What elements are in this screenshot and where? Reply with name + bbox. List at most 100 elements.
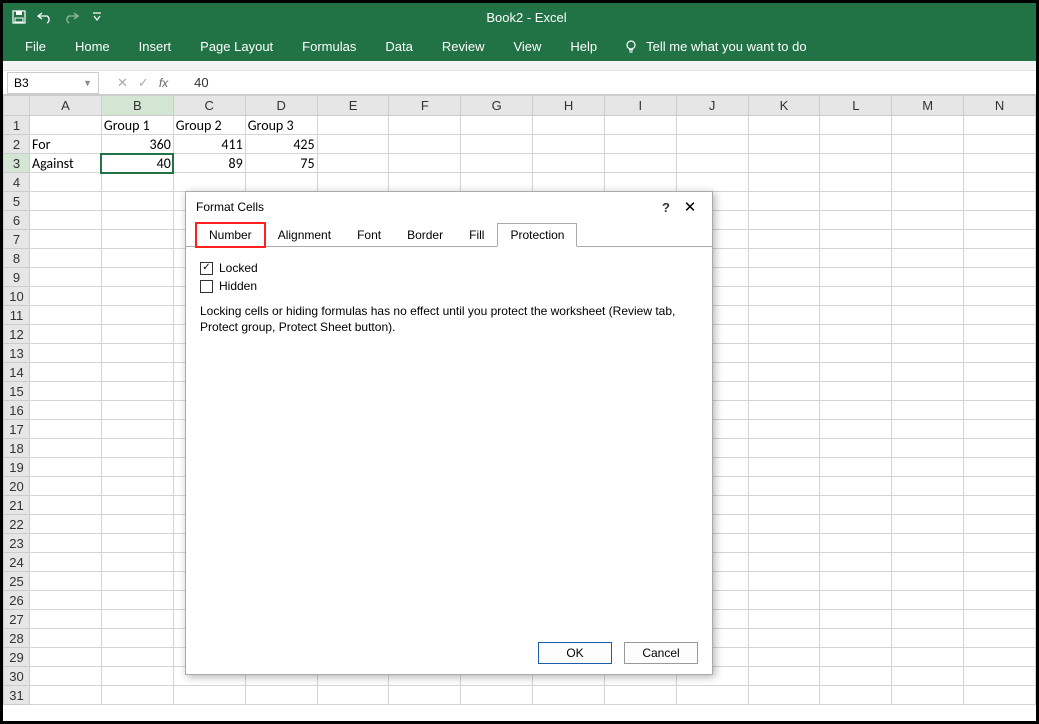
- cell-M8[interactable]: [892, 249, 964, 268]
- row-header-29[interactable]: 29: [4, 648, 30, 667]
- select-all-corner[interactable]: [4, 96, 30, 116]
- cell-A20[interactable]: [29, 477, 101, 496]
- row-header-4[interactable]: 4: [4, 173, 30, 192]
- dialog-tab-number[interactable]: Number: [196, 223, 265, 247]
- cell-A6[interactable]: [29, 211, 101, 230]
- cell-L4[interactable]: [820, 173, 892, 192]
- cell-M27[interactable]: [892, 610, 964, 629]
- cell-C1[interactable]: Group 2: [173, 116, 245, 135]
- cell-L25[interactable]: [820, 572, 892, 591]
- cell-N7[interactable]: [964, 230, 1036, 249]
- cell-N6[interactable]: [964, 211, 1036, 230]
- tab-formulas[interactable]: Formulas: [290, 33, 368, 60]
- cell-K10[interactable]: [748, 287, 820, 306]
- cell-M21[interactable]: [892, 496, 964, 515]
- row-header-14[interactable]: 14: [4, 363, 30, 382]
- cell-B28[interactable]: [101, 629, 173, 648]
- cell-B27[interactable]: [101, 610, 173, 629]
- cell-C31[interactable]: [173, 686, 245, 705]
- cell-A19[interactable]: [29, 458, 101, 477]
- column-header-N[interactable]: N: [964, 96, 1036, 116]
- column-header-E[interactable]: E: [317, 96, 389, 116]
- cell-B6[interactable]: [101, 211, 173, 230]
- row-header-20[interactable]: 20: [4, 477, 30, 496]
- cell-N15[interactable]: [964, 382, 1036, 401]
- cell-L7[interactable]: [820, 230, 892, 249]
- row-header-13[interactable]: 13: [4, 344, 30, 363]
- cell-A7[interactable]: [29, 230, 101, 249]
- cell-H3[interactable]: [533, 154, 605, 173]
- row-header-9[interactable]: 9: [4, 268, 30, 287]
- cell-G2[interactable]: [461, 135, 533, 154]
- cell-J2[interactable]: [676, 135, 748, 154]
- cell-B24[interactable]: [101, 553, 173, 572]
- cell-C2[interactable]: 411: [173, 135, 245, 154]
- cell-L2[interactable]: [820, 135, 892, 154]
- help-icon[interactable]: ?: [654, 200, 678, 215]
- cell-K29[interactable]: [748, 648, 820, 667]
- cell-N28[interactable]: [964, 629, 1036, 648]
- cell-N12[interactable]: [964, 325, 1036, 344]
- ok-button[interactable]: OK: [538, 642, 612, 664]
- cell-A15[interactable]: [29, 382, 101, 401]
- cell-K19[interactable]: [748, 458, 820, 477]
- cell-N5[interactable]: [964, 192, 1036, 211]
- tell-me-search[interactable]: Tell me what you want to do: [614, 39, 806, 54]
- cell-H31[interactable]: [533, 686, 605, 705]
- cell-K30[interactable]: [748, 667, 820, 686]
- cell-L14[interactable]: [820, 363, 892, 382]
- cell-F2[interactable]: [389, 135, 461, 154]
- cell-A14[interactable]: [29, 363, 101, 382]
- cell-A27[interactable]: [29, 610, 101, 629]
- cell-L31[interactable]: [820, 686, 892, 705]
- cell-M11[interactable]: [892, 306, 964, 325]
- cell-H4[interactable]: [533, 173, 605, 192]
- cell-M25[interactable]: [892, 572, 964, 591]
- locked-checkbox[interactable]: ✓: [200, 262, 213, 275]
- cell-G1[interactable]: [461, 116, 533, 135]
- cell-A30[interactable]: [29, 667, 101, 686]
- cell-K17[interactable]: [748, 420, 820, 439]
- cell-A29[interactable]: [29, 648, 101, 667]
- cell-A25[interactable]: [29, 572, 101, 591]
- cell-M26[interactable]: [892, 591, 964, 610]
- cell-I4[interactable]: [604, 173, 676, 192]
- cell-N25[interactable]: [964, 572, 1036, 591]
- row-header-27[interactable]: 27: [4, 610, 30, 629]
- tab-review[interactable]: Review: [430, 33, 497, 60]
- cell-A11[interactable]: [29, 306, 101, 325]
- cell-M5[interactable]: [892, 192, 964, 211]
- cell-K1[interactable]: [748, 116, 820, 135]
- cell-N8[interactable]: [964, 249, 1036, 268]
- cell-N14[interactable]: [964, 363, 1036, 382]
- column-header-K[interactable]: K: [748, 96, 820, 116]
- cell-L5[interactable]: [820, 192, 892, 211]
- cell-A28[interactable]: [29, 629, 101, 648]
- cell-M31[interactable]: [892, 686, 964, 705]
- cell-E3[interactable]: [317, 154, 389, 173]
- enter-icon[interactable]: ✓: [138, 75, 149, 91]
- cell-B9[interactable]: [101, 268, 173, 287]
- dialog-tab-border[interactable]: Border: [394, 223, 456, 247]
- cell-K18[interactable]: [748, 439, 820, 458]
- cell-M23[interactable]: [892, 534, 964, 553]
- fx-icon[interactable]: fx: [159, 76, 168, 90]
- cell-M28[interactable]: [892, 629, 964, 648]
- row-header-15[interactable]: 15: [4, 382, 30, 401]
- cell-E2[interactable]: [317, 135, 389, 154]
- cell-L15[interactable]: [820, 382, 892, 401]
- row-header-24[interactable]: 24: [4, 553, 30, 572]
- cell-L21[interactable]: [820, 496, 892, 515]
- cell-L20[interactable]: [820, 477, 892, 496]
- cell-L24[interactable]: [820, 553, 892, 572]
- cell-K16[interactable]: [748, 401, 820, 420]
- cell-L26[interactable]: [820, 591, 892, 610]
- cell-N17[interactable]: [964, 420, 1036, 439]
- cell-J31[interactable]: [676, 686, 748, 705]
- cell-J1[interactable]: [676, 116, 748, 135]
- name-box[interactable]: B3 ▼: [7, 72, 99, 94]
- tab-page-layout[interactable]: Page Layout: [188, 33, 285, 60]
- cell-J4[interactable]: [676, 173, 748, 192]
- tab-data[interactable]: Data: [373, 33, 424, 60]
- customize-qat-icon[interactable]: [89, 9, 105, 25]
